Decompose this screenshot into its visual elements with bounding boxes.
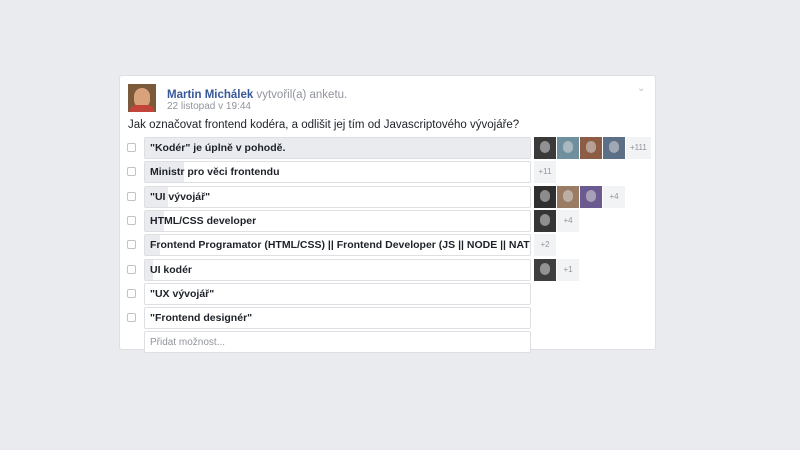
option-result-bar[interactable]: UI kodér: [144, 258, 531, 281]
poll-post-card: Martin Michálek vytvořil(a) anketu. 22 l…: [119, 75, 656, 354]
voter-face: [563, 189, 573, 202]
option-result-bar[interactable]: Frontend Programator (HTML/CSS) || Front…: [144, 234, 531, 257]
option-checkbox[interactable]: [127, 167, 136, 177]
option-label: "Frontend designér": [150, 312, 253, 325]
voter-avatar[interactable]: [534, 258, 556, 281]
poll-option-row: "Kodér" je úplně v pohodě. +111: [120, 137, 655, 159]
voter-avatar[interactable]: [580, 137, 602, 159]
option-label: "Kodér" je úplně v pohodě.: [150, 142, 286, 154]
add-option-input[interactable]: [144, 331, 531, 354]
voter-avatar[interactable]: [557, 185, 579, 208]
voter-face: [609, 141, 619, 153]
option-result-bar[interactable]: Ministr pro věci frontendu: [144, 161, 531, 184]
voter-avatar[interactable]: [534, 137, 556, 159]
more-voters-count[interactable]: +2: [534, 234, 556, 257]
option-result-bar[interactable]: HTML/CSS developer: [144, 209, 531, 232]
poll-option-row: "Frontend designér": [120, 307, 655, 330]
voter-face: [563, 141, 573, 153]
option-checkbox[interactable]: [127, 191, 136, 201]
option-checkbox[interactable]: [127, 288, 136, 298]
voter-avatar[interactable]: [557, 137, 579, 159]
poll-option-row: "UX vývojář": [120, 282, 655, 305]
more-voters-count[interactable]: +111: [626, 137, 651, 159]
voter-face: [540, 189, 550, 202]
voter-face: [586, 141, 596, 153]
voter-face: [540, 141, 550, 153]
chevron-down-icon[interactable]: ⌄: [637, 84, 647, 94]
voter-avatar[interactable]: [534, 185, 556, 208]
option-result-bar[interactable]: "Kodér" je úplně v pohodě.: [144, 137, 531, 159]
option-checkbox[interactable]: [127, 313, 136, 323]
post-action-text: vytvořil(a) anketu.: [253, 89, 348, 101]
more-voters-count[interactable]: +4: [603, 185, 625, 208]
voter-face: [540, 262, 550, 275]
poll-option-row: Frontend Programator (HTML/CSS) || Front…: [120, 234, 655, 257]
option-checkbox[interactable]: [127, 240, 136, 250]
option-label: Ministr pro věci frontendu: [150, 166, 280, 179]
option-label: "UI vývojář": [150, 190, 211, 203]
voter-face: [586, 189, 596, 202]
option-label: HTML/CSS developer: [150, 214, 257, 227]
more-voters-count[interactable]: +11: [534, 161, 556, 184]
poll-option-row: UI kodér +1: [120, 258, 655, 281]
option-result-bar[interactable]: "UX vývojář": [144, 282, 531, 305]
voter-avatar[interactable]: [580, 185, 602, 208]
option-label: Frontend Programator (HTML/CSS) || Front…: [150, 239, 531, 252]
poll-option-row: HTML/CSS developer +4: [120, 209, 655, 232]
post-timestamp[interactable]: 22 listopad v 19:44: [167, 101, 251, 112]
option-checkbox[interactable]: [127, 264, 136, 274]
voter-face: [540, 213, 550, 226]
voter-avatar[interactable]: [534, 209, 556, 232]
author-avatar[interactable]: [128, 84, 156, 112]
voter-avatar[interactable]: [603, 137, 625, 159]
option-label: "UX vývojář": [150, 287, 215, 300]
poll-question: Jak označovat frontend kodéra, a odlišit…: [128, 119, 520, 131]
option-checkbox[interactable]: [127, 143, 136, 152]
option-checkbox[interactable]: [127, 215, 136, 225]
more-voters-count[interactable]: +1: [557, 258, 579, 281]
avatar-shirt: [130, 105, 154, 112]
author-name-link[interactable]: Martin Michálek: [167, 89, 253, 101]
poll-option-row: Ministr pro věci frontendu +11: [120, 161, 655, 184]
more-voters-count[interactable]: +4: [557, 209, 579, 232]
option-result-bar[interactable]: "Frontend designér": [144, 307, 531, 330]
poll-option-row: "UI vývojář" +4: [120, 185, 655, 208]
option-label: UI kodér: [150, 263, 193, 276]
option-result-bar[interactable]: "UI vývojář": [144, 185, 531, 208]
